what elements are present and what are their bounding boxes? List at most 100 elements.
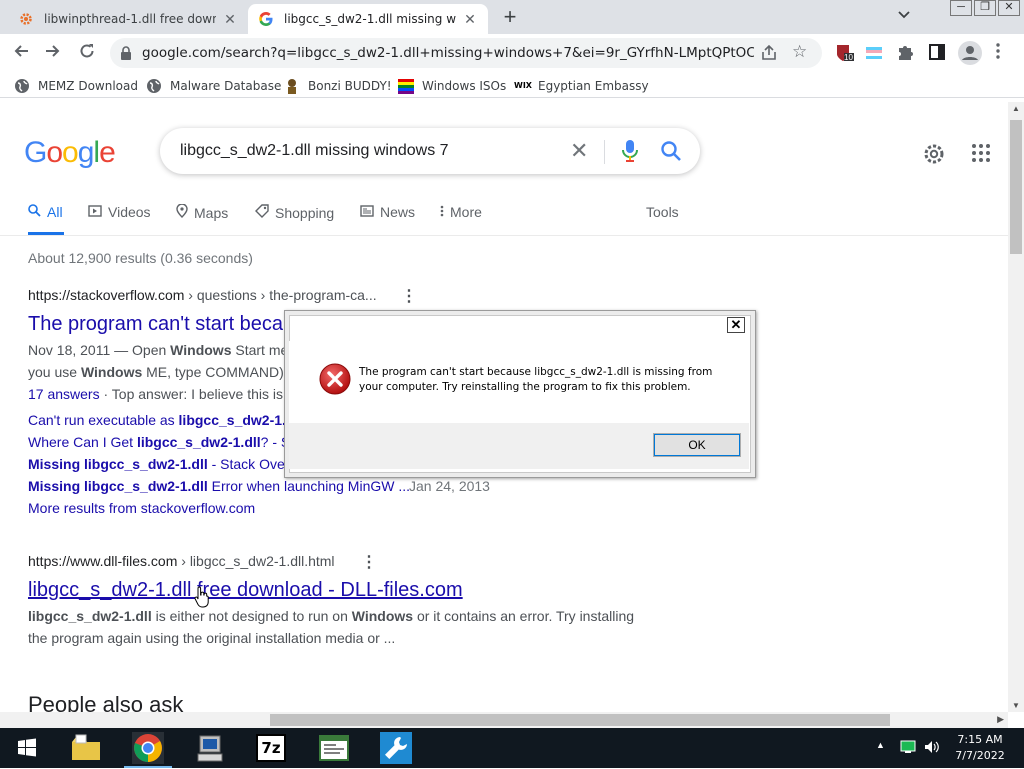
google-apps-grid-icon[interactable] <box>972 144 990 162</box>
forward-arrow-icon[interactable] <box>42 42 64 64</box>
vertical-scrollbar[interactable]: ▲ ▼ <box>1008 102 1024 712</box>
file-explorer-icon[interactable] <box>70 732 102 764</box>
tab-libwinpthread[interactable]: libwinpthread-1.dll free downloa ✕ <box>8 4 248 34</box>
wrench-tool-icon[interactable] <box>380 732 412 764</box>
search-box[interactable]: libgcc_s_dw2-1.dll missing windows 7 ✕ <box>160 128 700 174</box>
system-clock[interactable]: 7:15 AM 7/7/2022 <box>950 732 1010 764</box>
bold-text: Windows <box>351 608 414 624</box>
tab-all[interactable]: All <box>28 204 63 220</box>
puzzle-extensions-icon[interactable] <box>896 43 916 63</box>
tray-overflow-chevron-icon[interactable]: ▲ <box>876 740 885 750</box>
bold-text: Missing libgcc_s_dw2-1.dll <box>28 456 208 472</box>
horizontal-scrollbar[interactable]: ▶ <box>0 712 1008 728</box>
result-menu-icon[interactable]: ⋮ <box>361 552 377 572</box>
seven-zip-icon[interactable]: 7z <box>256 732 288 764</box>
text: you use <box>28 364 81 380</box>
close-window-button[interactable]: ✕ <box>998 0 1020 16</box>
minimize-button[interactable]: ─ <box>950 0 972 16</box>
microphone-icon[interactable] <box>622 140 638 162</box>
new-tab-button[interactable]: + <box>498 6 522 30</box>
tab-close-icon[interactable]: ✕ <box>222 11 238 27</box>
sublink[interactable]: Where Can I Get libgcc_s_dw2-1.dll? - St… <box>28 434 302 450</box>
ok-button[interactable]: OK <box>653 433 741 457</box>
globe-icon <box>14 78 30 94</box>
sublink[interactable]: Missing libgcc_s_dw2-1.dll Error when la… <box>28 478 490 494</box>
tab-shopping[interactable]: Shopping <box>255 204 334 221</box>
text: is either not designed to run on <box>151 608 352 624</box>
bookmark-star-icon[interactable]: ☆ <box>792 42 807 62</box>
settings-gear-icon[interactable] <box>922 142 946 166</box>
hand-cursor-icon <box>194 586 210 613</box>
logo-letter: o <box>46 136 63 169</box>
bookmarks-bar: MEMZ Download Malware Database Bonzi BUD… <box>0 72 1024 98</box>
vertical-scroll-thumb[interactable] <box>1010 120 1022 254</box>
bold-text: libgcc_s_dw2-1.d <box>178 412 295 428</box>
logo-letter: e <box>99 136 116 169</box>
text: ME, type COMMAND)). <box>142 364 293 380</box>
bonzi-icon <box>284 78 300 94</box>
volume-icon[interactable] <box>924 740 940 757</box>
tab-title: libwinpthread-1.dll free downloa <box>44 12 216 26</box>
notepad-window-icon[interactable] <box>318 732 350 764</box>
bookmark-egyptian-embassy[interactable]: WIX Egyptian Embassy <box>514 76 649 96</box>
text: Error when launching MinGW ... <box>207 478 411 494</box>
bookmark-label: Egyptian Embassy <box>538 79 649 93</box>
scroll-up-arrow-icon[interactable]: ▲ <box>1012 104 1020 113</box>
pride-extension-icon[interactable] <box>864 43 884 63</box>
side-panel-icon[interactable] <box>928 43 948 63</box>
tab-strip: libwinpthread-1.dll free downloa ✕ libgc… <box>0 0 1024 34</box>
search-icon[interactable] <box>660 140 682 162</box>
dialog-footer: OK <box>289 423 749 469</box>
start-windows-icon[interactable] <box>12 732 44 764</box>
bookmark-bonzi-buddy[interactable]: Bonzi BUDDY! <box>284 76 392 96</box>
result-snippet-line: Nov 18, 2011 — Open Windows Start mer <box>28 339 293 361</box>
search-input[interactable]: libgcc_s_dw2-1.dll missing windows 7 <box>180 142 449 160</box>
tab-videos[interactable]: Videos <box>88 204 151 220</box>
scroll-down-arrow-icon[interactable]: ▼ <box>1012 701 1020 710</box>
error-icon <box>319 363 351 395</box>
tab-search-chevron-icon[interactable] <box>894 8 914 28</box>
tools-button[interactable]: Tools <box>646 204 679 220</box>
error-dialog: ✕ The program can't start because libgcc… <box>284 310 756 478</box>
bookmark-windows-isos[interactable]: Windows ISOs <box>398 76 506 96</box>
tab-more[interactable]: More <box>440 204 482 220</box>
address-bar[interactable]: google.com/search?q=libgcc_s_dw2-1.dll+m… <box>110 38 822 68</box>
profile-avatar-icon[interactable] <box>958 41 982 65</box>
chrome-menu-icon[interactable] <box>996 43 1006 63</box>
sublink[interactable]: Can't run executable as libgcc_s_dw2-1.d <box>28 412 294 428</box>
answers-link[interactable]: 17 answers <box>28 386 100 402</box>
result-cite[interactable]: https://www.dll-files.com › libgcc_s_dw2… <box>28 553 335 569</box>
result-snippet-line: libgcc_s_dw2-1.dll is either not designe… <box>28 605 634 627</box>
extension-shield-icon[interactable]: 10 <box>834 43 854 63</box>
tab-news[interactable]: News <box>360 204 415 220</box>
tab-close-icon[interactable]: ✕ <box>462 11 478 27</box>
bookmark-memz[interactable]: MEMZ Download <box>14 76 138 96</box>
installer-app-icon[interactable] <box>194 732 226 764</box>
scroll-right-arrow-icon[interactable]: ▶ <box>997 714 1004 725</box>
browser-toolbar: google.com/search?q=libgcc_s_dw2-1.dll+m… <box>0 34 1024 72</box>
people-also-ask-heading: People also ask <box>28 692 184 712</box>
result-cite[interactable]: https://stackoverflow.com › questions › … <box>28 287 377 303</box>
dialog-close-button[interactable]: ✕ <box>727 317 745 333</box>
result-title-link[interactable]: The program can't start beca <box>28 313 283 336</box>
back-arrow-icon[interactable] <box>10 42 32 64</box>
horizontal-scroll-thumb[interactable] <box>270 714 890 726</box>
restore-button[interactable]: ❐ <box>974 0 996 16</box>
share-icon[interactable] <box>760 44 778 62</box>
result-menu-icon[interactable]: ⋮ <box>401 286 417 306</box>
bookmark-label: MEMZ Download <box>38 79 138 93</box>
reload-icon[interactable] <box>76 42 98 64</box>
tab-maps[interactable]: Maps <box>176 203 228 221</box>
bookmark-malware-database[interactable]: Malware Database <box>146 76 281 96</box>
google-logo[interactable]: Google <box>24 136 116 170</box>
more-results-link[interactable]: More results from stackoverflow.com <box>28 500 255 516</box>
sublink[interactable]: Missing libgcc_s_dw2-1.dll - Stack Overf… <box>28 456 296 472</box>
lock-icon <box>120 46 132 60</box>
tab-libgcc[interactable]: libgcc_s_dw2-1.dll missing windo ✕ <box>248 4 488 34</box>
result-title-link[interactable]: libgcc_s_dw2-1.dll free download - DLL-f… <box>28 579 463 602</box>
clear-search-icon[interactable]: ✕ <box>570 138 588 164</box>
chrome-taskbar-icon[interactable] <box>124 732 172 768</box>
sublink-date: Jan 24, 2013 <box>409 478 490 494</box>
network-icon[interactable] <box>900 740 916 757</box>
google-favicon-icon <box>258 11 274 27</box>
